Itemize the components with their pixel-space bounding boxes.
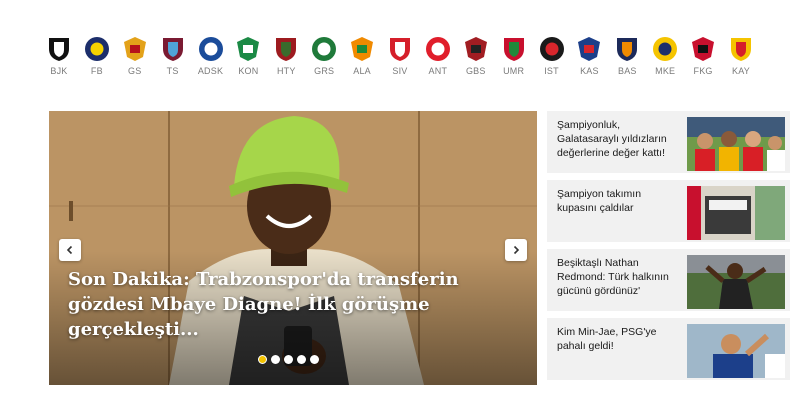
slider-dot[interactable]: [310, 355, 319, 364]
slider-dot[interactable]: [284, 355, 293, 364]
sivasspor-crest-icon: [387, 36, 413, 62]
besiktas-crest-icon: [46, 36, 72, 62]
kayserispor-crest-icon: [728, 36, 754, 62]
team-link-bas[interactable]: BAS: [608, 36, 646, 76]
alanyaspor-crest-icon: [349, 36, 375, 62]
side-news-item[interactable]: Kim Min-Jae, PSG'ye pahalı geldi!: [547, 318, 790, 380]
team-link-siv[interactable]: SIV: [381, 36, 419, 76]
team-code-label: GBS: [465, 66, 486, 76]
side-news-thumbnail[interactable]: [687, 186, 785, 240]
side-news-item[interactable]: Şampiyon takımın kupasını çaldılar: [547, 180, 790, 242]
team-code-label: IST: [544, 66, 559, 76]
chevron-right-icon: [513, 245, 520, 255]
team-code-label: SIV: [392, 66, 408, 76]
side-news-thumbnail[interactable]: [687, 324, 785, 378]
team-code-label: UMR: [503, 66, 525, 76]
side-news-title[interactable]: Kim Min-Jae, PSG'ye pahalı geldi!: [557, 325, 679, 353]
karagumruk-crest-icon: [690, 36, 716, 62]
gaziantep-crest-icon: [463, 36, 489, 62]
chevron-left-icon: [66, 245, 73, 255]
team-code-label: FKG: [693, 66, 713, 76]
team-code-label: GS: [128, 66, 142, 76]
team-link-fb[interactable]: FB: [78, 36, 116, 76]
side-news-thumbnail[interactable]: [687, 255, 785, 309]
team-link-bjk[interactable]: BJK: [40, 36, 78, 76]
trabzonspor-crest-icon: [160, 36, 186, 62]
slider-dot[interactable]: [271, 355, 280, 364]
slider-dot[interactable]: [297, 355, 306, 364]
team-code-label: ALA: [353, 66, 371, 76]
slide-headline[interactable]: Son Dakika: Trabzonspor'da transferin gö…: [68, 267, 488, 342]
team-code-label: TS: [166, 66, 179, 76]
team-link-kon[interactable]: KON: [229, 36, 267, 76]
headline-slider[interactable]: Son Dakika: Trabzonspor'da transferin gö…: [49, 111, 537, 385]
team-link-kas[interactable]: KAS: [570, 36, 608, 76]
team-code-label: BAS: [618, 66, 637, 76]
team-link-adsk[interactable]: ADSK: [192, 36, 230, 76]
team-link-umr[interactable]: UMR: [495, 36, 533, 76]
team-code-label: HTY: [276, 66, 296, 76]
fenerbahce-crest-icon: [84, 36, 110, 62]
giresunspor-crest-icon: [311, 36, 337, 62]
team-code-label: ANT: [428, 66, 448, 76]
team-code-label: MKE: [655, 66, 676, 76]
istanbulspor-crest-icon: [539, 36, 565, 62]
team-link-grs[interactable]: GRS: [305, 36, 343, 76]
team-link-ant[interactable]: ANT: [419, 36, 457, 76]
slide-photo[interactable]: [49, 111, 537, 385]
team-strip: BJK FB GS TS ADSK KON HTY GRS ALA SIV ANT GBS UMR IST…: [40, 36, 760, 76]
adana-demirspor-crest-icon: [198, 36, 224, 62]
side-news-item[interactable]: Beşiktaşlı Nathan Redmond: Türk halkının…: [547, 249, 790, 311]
ankaragucu-crest-icon: [652, 36, 678, 62]
team-code-label: FB: [90, 66, 103, 76]
slider-dots: [258, 355, 323, 364]
konyaspor-crest-icon: [235, 36, 261, 62]
team-code-label: ADSK: [197, 66, 224, 76]
team-link-ala[interactable]: ALA: [343, 36, 381, 76]
team-code-label: BJK: [50, 66, 68, 76]
side-news-list: Şampiyonluk, Galatasaraylı yıldızların d…: [547, 111, 790, 387]
kasimpasa-crest-icon: [576, 36, 602, 62]
team-link-ist[interactable]: IST: [533, 36, 571, 76]
team-code-label: GRS: [314, 66, 335, 76]
side-news-thumbnail[interactable]: [687, 117, 785, 171]
team-link-kay[interactable]: KAY: [722, 36, 760, 76]
team-code-label: KAY: [732, 66, 750, 76]
umraniyespor-crest-icon: [501, 36, 527, 62]
team-link-mke[interactable]: MKE: [646, 36, 684, 76]
team-code-label: KAS: [580, 66, 599, 76]
slider-prev-button[interactable]: [59, 239, 81, 261]
hatayspor-crest-icon: [273, 36, 299, 62]
team-code-label: KON: [238, 66, 259, 76]
side-news-title[interactable]: Şampiyonluk, Galatasaraylı yıldızların d…: [557, 118, 679, 160]
basaksehir-crest-icon: [614, 36, 640, 62]
slider-next-button[interactable]: [505, 239, 527, 261]
team-link-gs[interactable]: GS: [116, 36, 154, 76]
team-link-ts[interactable]: TS: [154, 36, 192, 76]
side-news-item[interactable]: Şampiyonluk, Galatasaraylı yıldızların d…: [547, 111, 790, 173]
team-link-gbs[interactable]: GBS: [457, 36, 495, 76]
team-link-fkg[interactable]: FKG: [684, 36, 722, 76]
side-news-title[interactable]: Beşiktaşlı Nathan Redmond: Türk halkının…: [557, 256, 679, 298]
slider-dot[interactable]: [258, 355, 267, 364]
antalyaspor-crest-icon: [425, 36, 451, 62]
galatasaray-crest-icon: [122, 36, 148, 62]
team-link-hty[interactable]: HTY: [267, 36, 305, 76]
side-news-title[interactable]: Şampiyon takımın kupasını çaldılar: [557, 187, 679, 215]
